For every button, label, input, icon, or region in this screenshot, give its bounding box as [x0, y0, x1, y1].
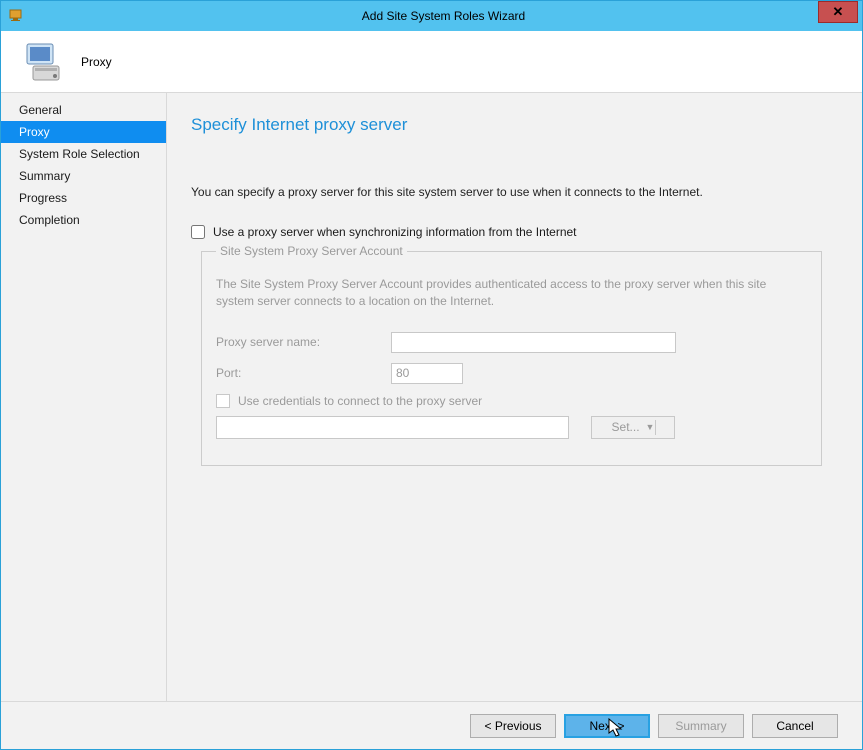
port-label: Port:	[216, 366, 391, 380]
next-button[interactable]: Next >	[564, 714, 650, 738]
port-input[interactable]	[391, 363, 463, 384]
previous-button[interactable]: < Previous	[470, 714, 556, 738]
close-icon: ✕	[833, 4, 844, 20]
header-step-name: Proxy	[81, 55, 112, 69]
sidebar-item-proxy[interactable]: Proxy	[1, 121, 166, 143]
sidebar-item-system-role-selection[interactable]: System Role Selection	[1, 143, 166, 165]
wizard-footer: < Previous Next > Summary Cancel	[1, 701, 862, 749]
sidebar-item-summary[interactable]: Summary	[1, 165, 166, 187]
credentials-input[interactable]	[216, 416, 569, 439]
titlebar: Add Site System Roles Wizard ✕	[1, 1, 862, 31]
close-button[interactable]: ✕	[818, 1, 858, 23]
page-description: You can specify a proxy server for this …	[191, 185, 822, 199]
computer-icon	[21, 38, 69, 86]
sidebar-item-progress[interactable]: Progress	[1, 187, 166, 209]
use-proxy-checkbox-row: Use a proxy server when synchronizing in…	[191, 225, 822, 239]
sidebar: General Proxy System Role Selection Summ…	[1, 93, 167, 701]
proxy-name-row: Proxy server name:	[216, 332, 807, 353]
set-button-label: Set...	[612, 420, 640, 434]
set-button[interactable]: Set... ▼	[591, 416, 675, 439]
use-credentials-checkbox[interactable]	[216, 394, 230, 408]
summary-button[interactable]: Summary	[658, 714, 744, 738]
chevron-down-icon: ▼	[646, 422, 655, 432]
proxy-account-fieldset: Site System Proxy Server Account The Sit…	[201, 251, 822, 466]
proxy-name-label: Proxy server name:	[216, 335, 391, 349]
sidebar-item-completion[interactable]: Completion	[1, 209, 166, 231]
proxy-name-input[interactable]	[391, 332, 676, 353]
wizard-header: Proxy	[1, 31, 862, 93]
window-title: Add Site System Roles Wizard	[25, 9, 862, 23]
wizard-window: Add Site System Roles Wizard ✕ Proxy Gen…	[0, 0, 863, 750]
use-proxy-checkbox[interactable]	[191, 225, 205, 239]
sidebar-item-general[interactable]: General	[1, 99, 166, 121]
page-title: Specify Internet proxy server	[191, 115, 822, 135]
use-proxy-label: Use a proxy server when synchronizing in…	[213, 225, 577, 239]
cancel-button[interactable]: Cancel	[752, 714, 838, 738]
fieldset-description: The Site System Proxy Server Account pro…	[216, 276, 807, 310]
credentials-row: Set... ▼	[216, 416, 807, 439]
app-icon	[9, 8, 25, 24]
content-area: Specify Internet proxy server You can sp…	[167, 93, 862, 701]
use-credentials-label: Use credentials to connect to the proxy …	[238, 394, 482, 408]
port-row: Port:	[216, 363, 807, 384]
wizard-body: General Proxy System Role Selection Summ…	[1, 93, 862, 701]
use-credentials-row: Use credentials to connect to the proxy …	[216, 394, 807, 408]
fieldset-legend: Site System Proxy Server Account	[216, 244, 407, 258]
